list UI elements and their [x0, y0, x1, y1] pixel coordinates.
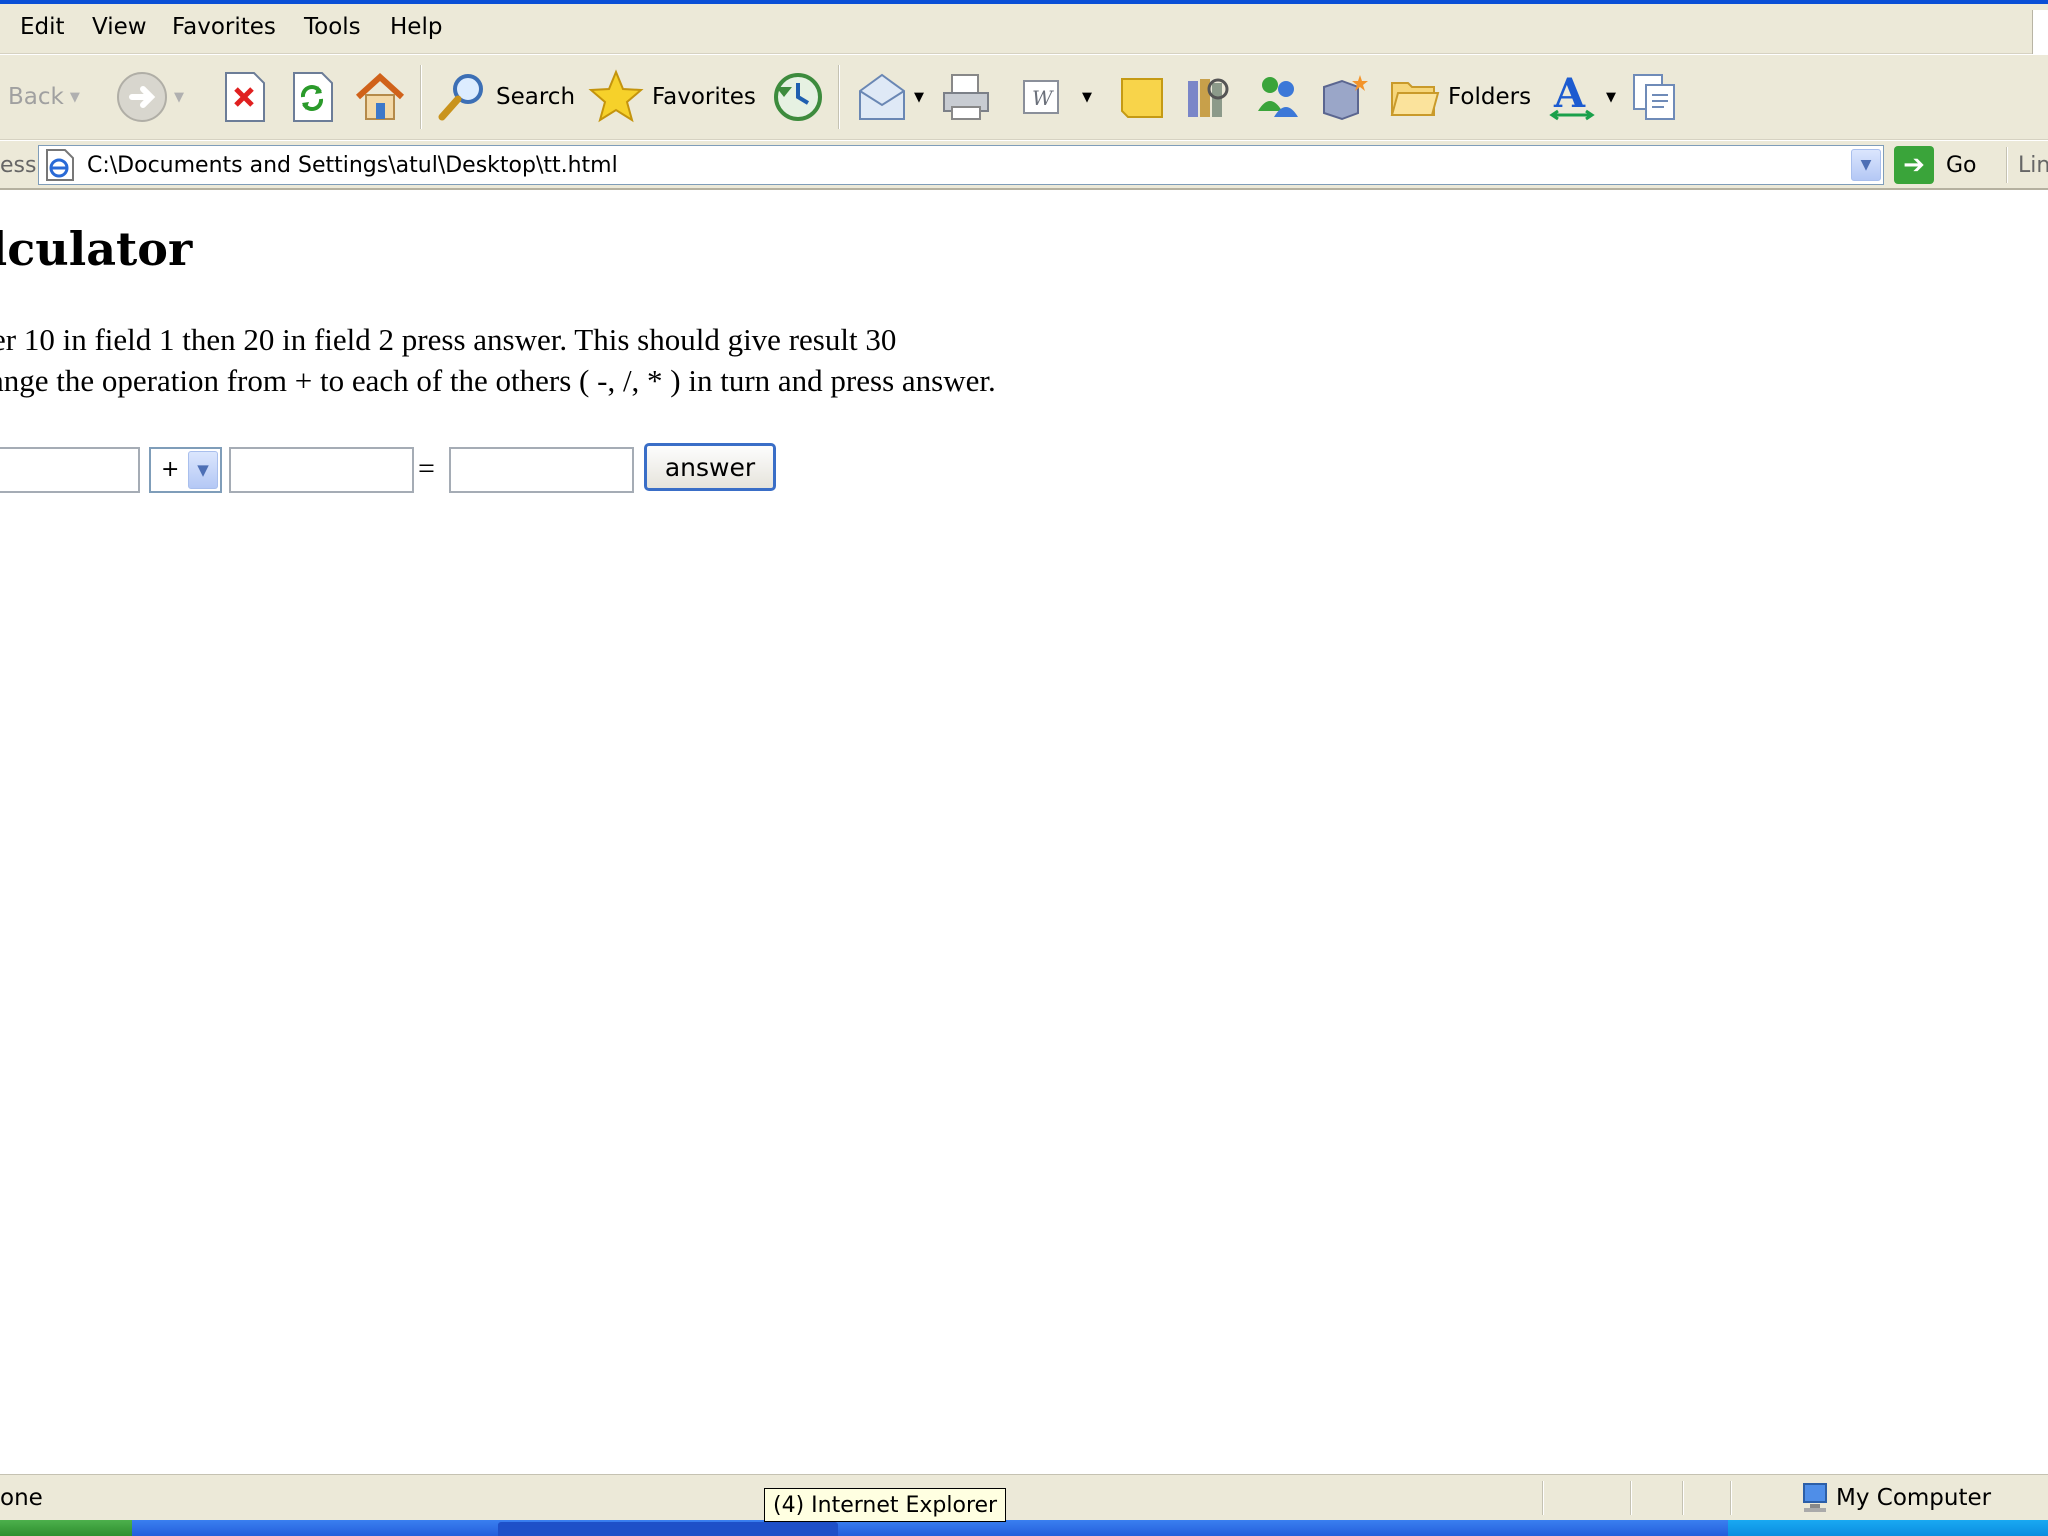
taskbar [0, 1520, 2048, 1536]
mail-dropdown-icon[interactable]: ▼ [914, 90, 924, 105]
result-input[interactable] [449, 447, 634, 493]
forward-icon [117, 72, 167, 122]
mail-button[interactable]: ▼ [856, 67, 924, 127]
answer-button[interactable]: answer [644, 443, 776, 491]
windows-logo-throbber [2032, 10, 2048, 54]
stop-icon [225, 72, 265, 122]
page-heading: alculator [0, 222, 193, 276]
page-content: alculator er 10 in field 1 then 20 in fi… [0, 192, 2048, 1474]
operator-selected-value: + [161, 457, 180, 482]
back-label: Back [8, 84, 64, 110]
edit-button[interactable]: W ▼ [1020, 67, 1092, 127]
menu-help[interactable]: Help [390, 14, 442, 40]
instruction-line-1: er 10 in field 1 then 20 in field 2 pres… [0, 322, 897, 357]
favorites-star-icon [588, 69, 644, 123]
discuss-icon [1121, 78, 1163, 118]
system-tray [1728, 1520, 2048, 1536]
menu-favorites[interactable]: Favorites [172, 14, 276, 40]
copy-pages-icon [1633, 74, 1675, 120]
standard-toolbar: Back ▼ ▼ Search Favorites ▼ W ▼ Folders … [0, 55, 2048, 140]
ie-page-icon [46, 149, 74, 181]
address-input[interactable]: C:\Documents and Settings\atul\Desktop\t… [38, 145, 1884, 185]
mail-icon [859, 73, 905, 120]
font-size-icon: A [1549, 71, 1595, 121]
refresh-button[interactable] [290, 67, 334, 127]
address-label: ess [0, 153, 37, 178]
links-toolbar-label[interactable]: Lin [2018, 153, 2048, 178]
menu-bar: Edit View Favorites Tools Help [0, 4, 2048, 54]
forward-button[interactable]: ▼ [116, 67, 184, 127]
links-separator [2006, 147, 2008, 183]
search-button[interactable]: Search [436, 67, 575, 127]
folders-button[interactable]: Folders [1388, 67, 1531, 127]
messenger-icon [1258, 77, 1298, 117]
edit-word-icon: W [1023, 80, 1059, 114]
operator-dropdown-icon[interactable]: ▼ [188, 451, 218, 489]
go-arrow-icon: ➔ [1894, 146, 1934, 184]
operator-select[interactable]: + ▼ [149, 447, 222, 493]
field2-input[interactable] [229, 447, 414, 493]
home-icon [355, 72, 405, 120]
search-label: Search [496, 84, 576, 110]
back-dropdown-icon[interactable]: ▼ [70, 90, 80, 105]
status-bar: one My Computer [0, 1474, 2048, 1520]
security-zone: My Computer [1800, 1482, 1991, 1514]
home-button[interactable] [354, 67, 406, 127]
toolbar-separator [420, 65, 422, 129]
back-button[interactable]: Back ▼ [8, 67, 80, 127]
menu-edit[interactable]: Edit [20, 14, 65, 40]
instruction-line-2: ange the operation from + to each of the… [0, 363, 996, 398]
menu-view[interactable]: View [92, 14, 147, 40]
print-icon [943, 74, 989, 120]
taskbar-button-ie[interactable] [498, 1522, 838, 1536]
research-button[interactable] [1182, 67, 1234, 127]
svg-text:W: W [1032, 86, 1054, 110]
search-icon [438, 74, 483, 121]
messenger-button[interactable] [1250, 67, 1304, 127]
start-button[interactable] [0, 1520, 132, 1536]
edit-dropdown-icon[interactable]: ▼ [1082, 90, 1092, 105]
copy-pages-button[interactable] [1630, 67, 1682, 127]
stop-button[interactable] [222, 67, 266, 127]
discuss-button[interactable] [1118, 67, 1166, 127]
status-separator [1730, 1481, 1732, 1515]
font-size-button[interactable]: A ▼ [1548, 67, 1616, 127]
go-label: Go [1946, 152, 1977, 178]
software-icon [1323, 75, 1368, 121]
software-button[interactable] [1318, 67, 1372, 127]
address-url: C:\Documents and Settings\atul\Desktop\t… [87, 152, 618, 178]
taskbar-tooltip: (4) Internet Explorer [764, 1488, 1007, 1522]
toolbar-separator [838, 65, 840, 129]
favorites-label: Favorites [652, 84, 756, 110]
favorites-button[interactable]: Favorites [588, 67, 756, 127]
folders-label: Folders [1448, 84, 1532, 110]
status-text: one [0, 1485, 43, 1511]
svg-text:A: A [1553, 71, 1586, 117]
status-separator [1542, 1481, 1544, 1515]
field1-input[interactable] [0, 447, 140, 493]
status-separator [1682, 1481, 1684, 1515]
refresh-icon [293, 72, 333, 122]
history-button[interactable] [770, 67, 826, 127]
address-bar: ess C:\Documents and Settings\atul\Deskt… [0, 141, 2048, 190]
research-icon [1188, 78, 1229, 117]
folders-icon [1390, 82, 1440, 116]
address-dropdown-icon[interactable]: ▼ [1851, 149, 1881, 181]
my-computer-icon [1803, 1483, 1827, 1512]
history-icon [774, 73, 822, 121]
font-size-dropdown-icon[interactable]: ▼ [1606, 90, 1616, 105]
go-button[interactable]: ➔ Go [1894, 146, 1977, 184]
zone-label: My Computer [1836, 1485, 1992, 1511]
print-button[interactable] [940, 67, 992, 127]
forward-dropdown-icon[interactable]: ▼ [174, 90, 184, 105]
status-separator [1630, 1481, 1632, 1515]
equals-sign: = [418, 452, 435, 485]
menu-tools[interactable]: Tools [304, 14, 361, 40]
